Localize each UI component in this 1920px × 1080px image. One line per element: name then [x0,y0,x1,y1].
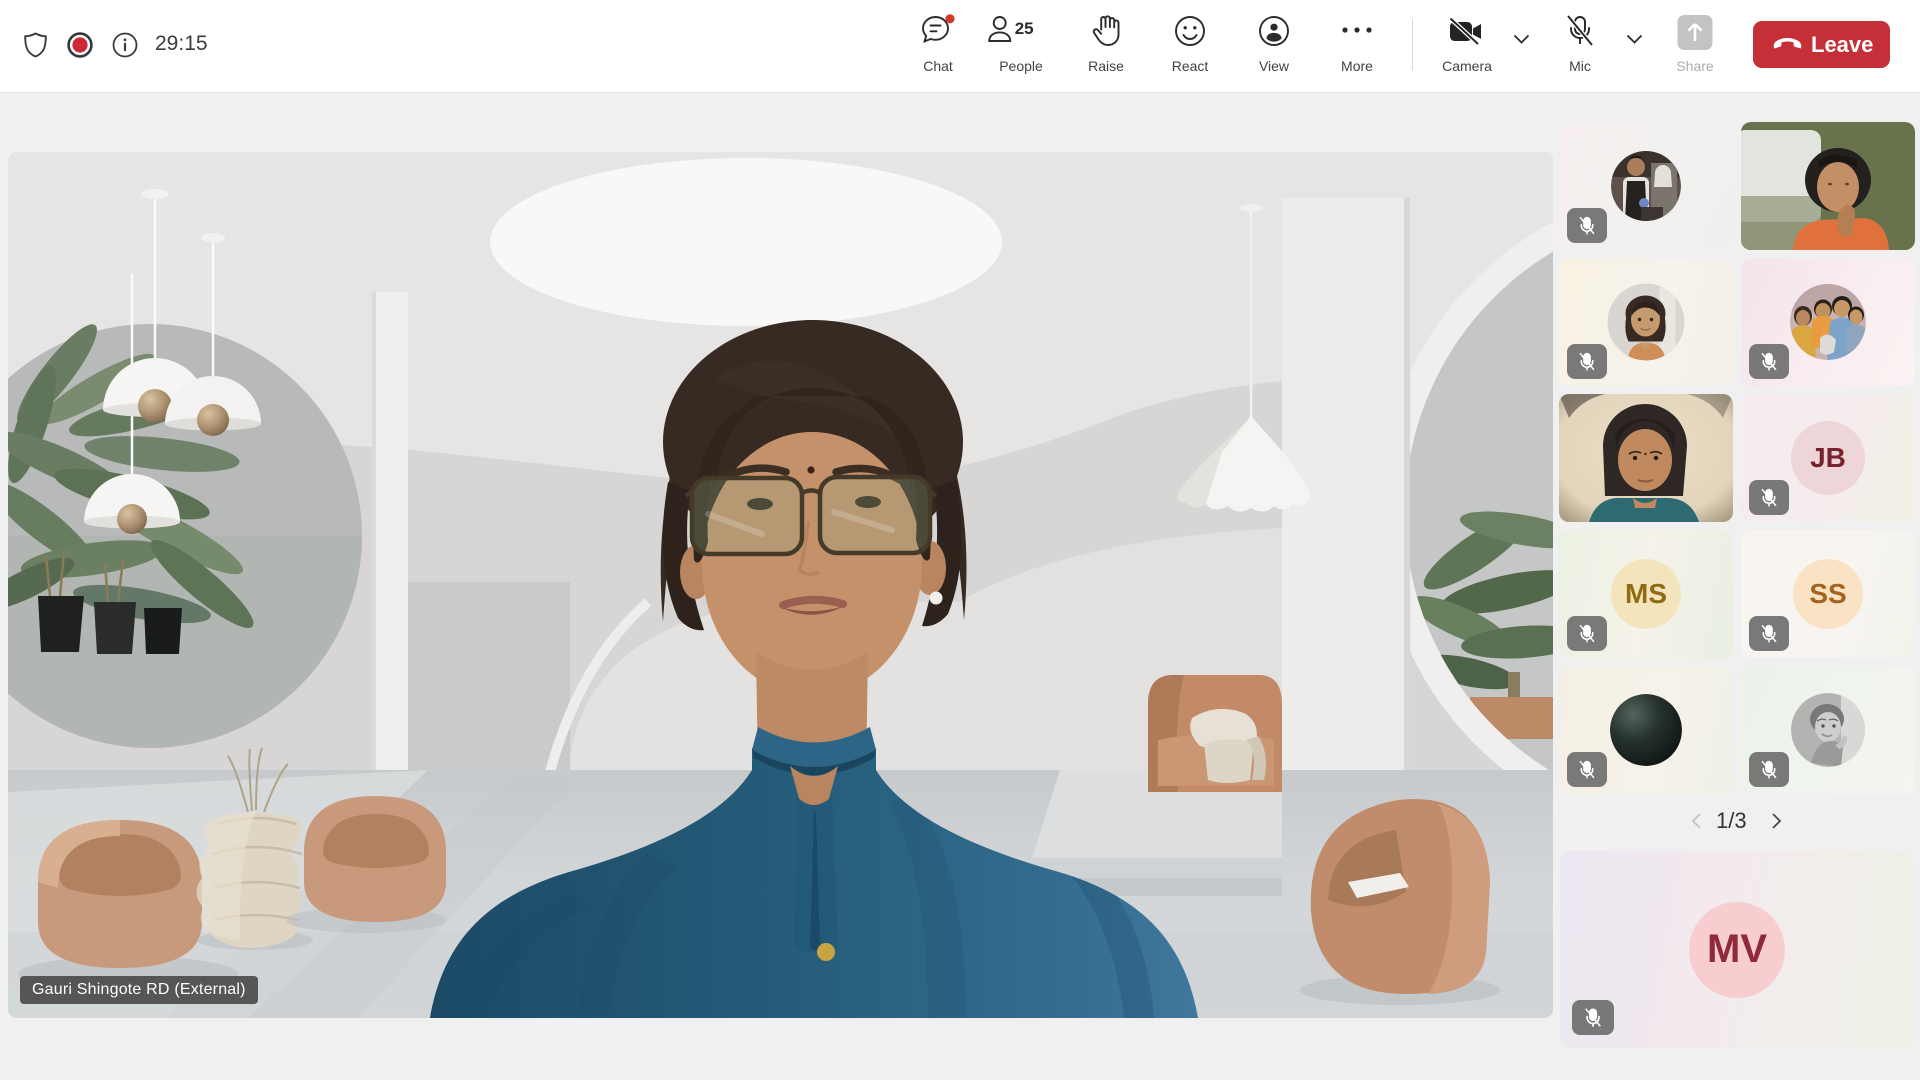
svg-text:25: 25 [1015,19,1034,38]
